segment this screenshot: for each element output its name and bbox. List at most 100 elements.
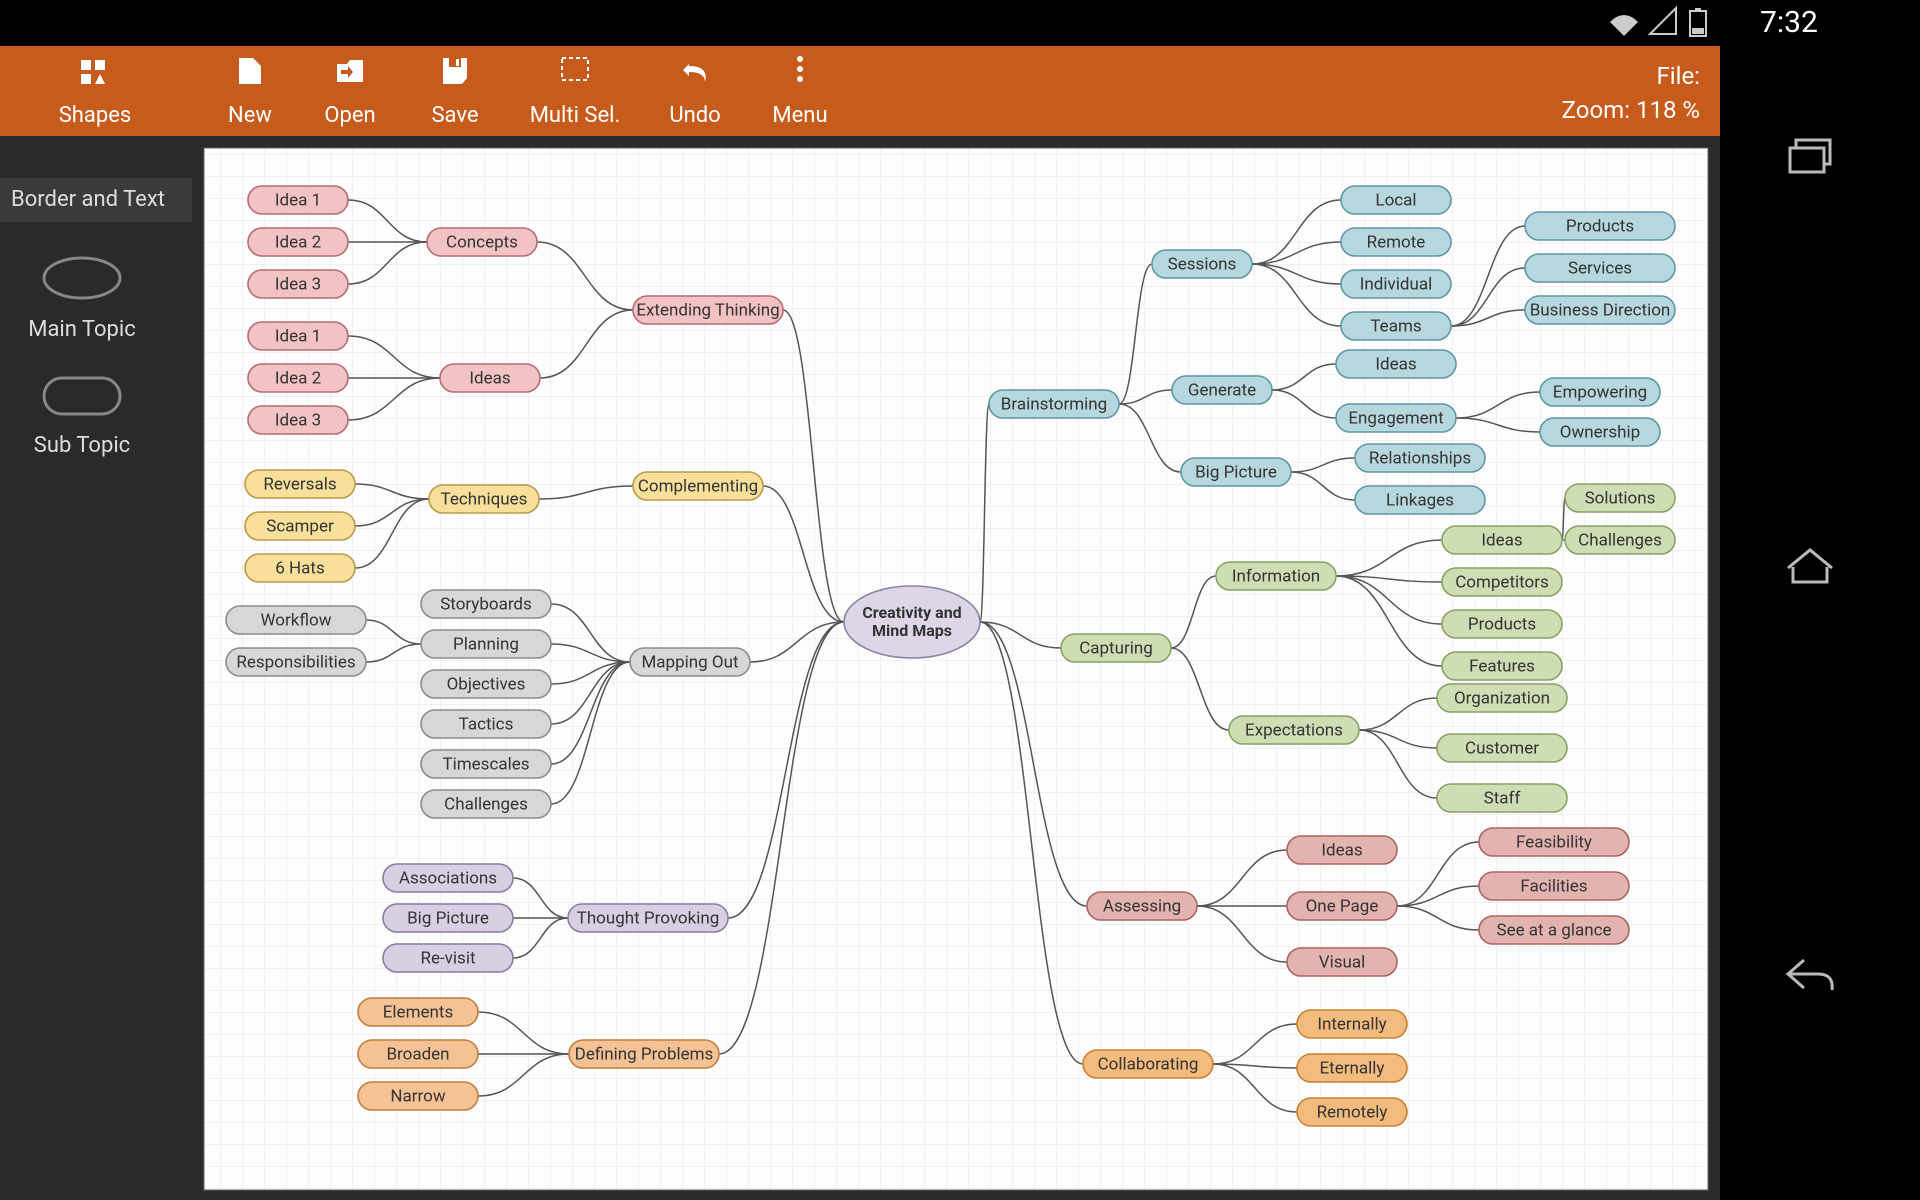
generate[interactable]: Generate <box>1172 376 1272 404</box>
svg-text:Broaden: Broaden <box>386 1044 449 1064</box>
generate-child-0[interactable]: Ideas <box>1336 350 1456 378</box>
svg-text:Assessing: Assessing <box>1103 896 1181 916</box>
thought-child-2[interactable]: Re-visit <box>383 944 513 972</box>
assess-child-1[interactable]: One Page <box>1287 892 1397 920</box>
collab-child-2[interactable]: Remotely <box>1297 1098 1407 1126</box>
thought-provoking[interactable]: Thought Provoking <box>568 904 728 932</box>
assessing[interactable]: Assessing <box>1087 892 1197 920</box>
sessions-child-2[interactable]: Individual <box>1341 270 1451 298</box>
concepts-child-1[interactable]: Idea 2 <box>248 228 348 256</box>
teams-child-0[interactable]: Products <box>1525 212 1675 240</box>
complementing[interactable]: Complementing <box>633 472 763 500</box>
big-picture[interactable]: Big Picture <box>1181 458 1291 486</box>
planning-child-1[interactable]: Responsibilities <box>226 648 366 676</box>
mapping-child-2[interactable]: Objectives <box>421 670 551 698</box>
expect-child-0[interactable]: Organization <box>1437 684 1567 712</box>
collaborating[interactable]: Collaborating <box>1083 1050 1213 1078</box>
svg-text:Big Picture: Big Picture <box>1195 462 1277 482</box>
onepage-child-0[interactable]: Feasibility <box>1479 828 1629 856</box>
svg-text:Mapping Out: Mapping Out <box>641 652 738 672</box>
svg-text:Defining Problems: Defining Problems <box>575 1044 714 1064</box>
info-ideas-child-0[interactable]: Solutions <box>1565 484 1675 512</box>
onepage-child-2[interactable]: See at a glance <box>1479 916 1629 944</box>
ideas-child-0[interactable]: Idea 1 <box>248 322 348 350</box>
mapping-child-1[interactable]: Planning <box>421 630 551 658</box>
mapping-child-0[interactable]: Storyboards <box>421 590 551 618</box>
svg-text:Brainstorming: Brainstorming <box>1001 394 1107 414</box>
info-child-0[interactable]: Ideas <box>1442 526 1562 554</box>
engagement-child-0[interactable]: Empowering <box>1540 378 1660 406</box>
svg-text:Elements: Elements <box>383 1002 453 1022</box>
defining-problems[interactable]: Defining Problems <box>569 1040 719 1068</box>
bigpic-child-1[interactable]: Linkages <box>1355 486 1485 514</box>
svg-text:Sub Topic: Sub Topic <box>34 433 130 458</box>
assess-child-2[interactable]: Visual <box>1287 948 1397 976</box>
concepts-child-0[interactable]: Idea 1 <box>248 186 348 214</box>
defining-child-0[interactable]: Elements <box>358 998 478 1026</box>
collab-child-0[interactable]: Internally <box>1297 1010 1407 1038</box>
mapping-child-3[interactable]: Tactics <box>421 710 551 738</box>
svg-text:Features: Features <box>1469 656 1535 676</box>
ideas-child-1[interactable]: Idea 2 <box>248 364 348 392</box>
sessions-child-3[interactable]: Teams <box>1341 312 1451 340</box>
info-child-3[interactable]: Features <box>1442 652 1562 680</box>
teams-child-1[interactable]: Services <box>1525 254 1675 282</box>
expect-child-2[interactable]: Staff <box>1437 784 1567 812</box>
teams-child-2[interactable]: Business Direction <box>1525 296 1675 324</box>
svg-text:Tactics: Tactics <box>459 714 514 734</box>
brainstorming[interactable]: Brainstorming <box>989 390 1119 418</box>
concepts-child-2[interactable]: Idea 3 <box>248 270 348 298</box>
sessions[interactable]: Sessions <box>1152 250 1252 278</box>
information[interactable]: Information <box>1216 562 1336 590</box>
info-ideas-child-1[interactable]: Challenges <box>1565 526 1675 554</box>
svg-text:Open: Open <box>324 103 375 128</box>
thought-child-0[interactable]: Associations <box>383 864 513 892</box>
svg-text:Teams: Teams <box>1370 316 1421 336</box>
capturing[interactable]: Capturing <box>1061 634 1171 662</box>
svg-text:Planning: Planning <box>453 634 519 654</box>
techniques-child-1[interactable]: Scamper <box>245 512 355 540</box>
expect-child-1[interactable]: Customer <box>1437 734 1567 762</box>
sessions-child-1[interactable]: Remote <box>1341 228 1451 256</box>
svg-text:Concepts: Concepts <box>446 232 518 252</box>
svg-text:Relationships: Relationships <box>1369 448 1471 468</box>
svg-text:Products: Products <box>1468 614 1536 634</box>
info-child-2[interactable]: Products <box>1442 610 1562 638</box>
svg-text:Solutions: Solutions <box>1585 488 1656 508</box>
ideas[interactable]: Ideas <box>440 364 540 392</box>
sidebar-header: Border and Text <box>11 187 165 212</box>
techniques-child-2[interactable]: 6 Hats <box>245 554 355 582</box>
techniques-child-0[interactable]: Reversals <box>245 470 355 498</box>
engagement-child-1[interactable]: Ownership <box>1540 418 1660 446</box>
assess-child-0[interactable]: Ideas <box>1287 836 1397 864</box>
svg-text:Staff: Staff <box>1484 788 1521 808</box>
svg-text:Customer: Customer <box>1465 738 1539 758</box>
mapping-out[interactable]: Mapping Out <box>630 648 750 676</box>
ideas-child-2[interactable]: Idea 3 <box>248 406 348 434</box>
defining-child-2[interactable]: Narrow <box>358 1082 478 1110</box>
techniques[interactable]: Techniques <box>429 485 539 513</box>
generate-child-1[interactable]: Engagement <box>1336 404 1456 432</box>
collab-child-1[interactable]: Eternally <box>1297 1054 1407 1082</box>
expectations[interactable]: Expectations <box>1229 716 1359 744</box>
svg-text:Shapes: Shapes <box>59 103 132 128</box>
mapping-child-4[interactable]: Timescales <box>421 750 551 778</box>
svg-text:Multi Sel.: Multi Sel. <box>530 103 621 128</box>
planning-child-0[interactable]: Workflow <box>226 606 366 634</box>
defining-child-1[interactable]: Broaden <box>358 1040 478 1068</box>
concepts[interactable]: Concepts <box>427 228 537 256</box>
svg-text:Ideas: Ideas <box>1321 840 1362 860</box>
onepage-child-1[interactable]: Facilities <box>1479 872 1629 900</box>
svg-text:Objectives: Objectives <box>447 674 526 694</box>
svg-text:Eternally: Eternally <box>1320 1058 1385 1078</box>
svg-text:Idea 2: Idea 2 <box>275 232 321 252</box>
thought-child-1[interactable]: Big Picture <box>383 904 513 932</box>
svg-text:Re-visit: Re-visit <box>420 948 475 968</box>
sessions-child-0[interactable]: Local <box>1341 186 1451 214</box>
system-nav-bar <box>1720 46 1920 1200</box>
root-node[interactable]: Creativity andMind Maps <box>844 586 980 658</box>
extending-thinking[interactable]: Extending Thinking <box>633 296 783 324</box>
mapping-child-5[interactable]: Challenges <box>421 790 551 818</box>
info-child-1[interactable]: Competitors <box>1442 568 1562 596</box>
bigpic-child-0[interactable]: Relationships <box>1355 444 1485 472</box>
